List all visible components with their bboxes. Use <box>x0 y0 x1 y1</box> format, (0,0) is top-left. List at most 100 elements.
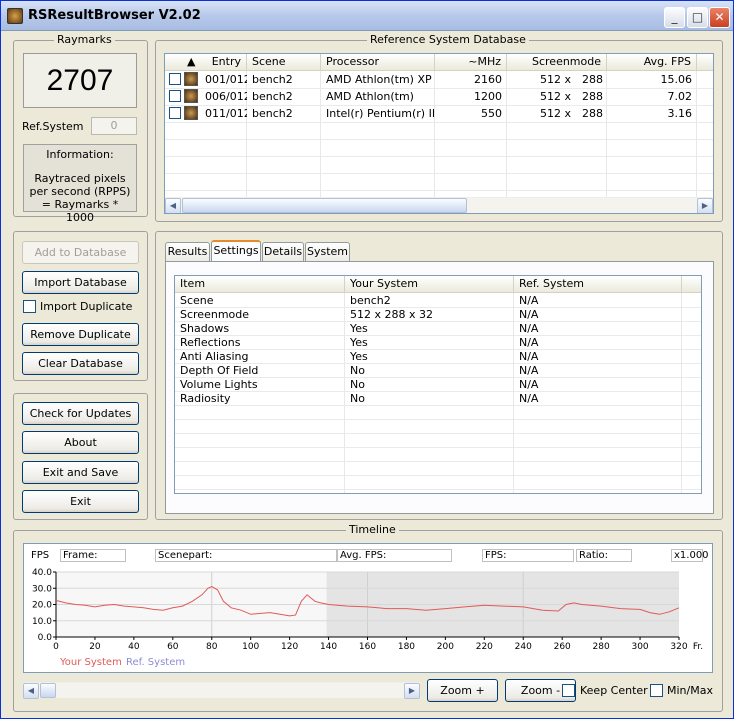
close-button[interactable]: ✕ <box>709 7 730 28</box>
x-tick-label: 100 <box>242 642 259 652</box>
zoom-in-button[interactable]: Zoom + <box>427 679 498 702</box>
cell-ref: N/A <box>519 392 539 405</box>
cell-item: Screenmode <box>180 308 250 321</box>
reference-database-list[interactable]: ▲ Entry Scene Processor ~MHz Screenmode … <box>164 53 714 214</box>
cell-yours: No <box>350 364 365 377</box>
x-tick-label: 160 <box>359 642 376 652</box>
tab-results[interactable]: Results <box>165 242 210 261</box>
column-header-avg-fps[interactable]: Avg. FPS <box>607 54 697 71</box>
column-header-processor[interactable]: Processor <box>321 54 435 71</box>
grid-line <box>165 139 713 140</box>
reference-database-group-label: Reference System Database <box>367 33 529 46</box>
tab-system[interactable]: System <box>305 242 350 261</box>
timeline-scroll-right-icon[interactable]: ▶ <box>404 683 420 699</box>
timeline-scrollbar-thumb[interactable] <box>40 683 56 698</box>
cell-fps: 7.02 <box>667 90 693 103</box>
clear-database-button[interactable]: Clear Database <box>22 352 139 375</box>
add-to-database-button[interactable]: Add to Database <box>22 241 139 264</box>
exit-and-save-button[interactable]: Exit and Save <box>22 461 139 484</box>
cell-ref: N/A <box>519 364 539 377</box>
column-header-scene[interactable]: Scene <box>247 54 321 71</box>
column-header-mhz[interactable]: ~MHz <box>435 54 507 71</box>
maximize-button[interactable]: □ <box>687 7 708 28</box>
scrollbar-thumb[interactable] <box>182 198 467 213</box>
column-header-screenmode[interactable]: Screenmode <box>507 54 607 71</box>
legend-your-system: Your System <box>60 657 122 668</box>
row-select-checkbox[interactable] <box>169 107 181 119</box>
app-window: RSResultBrowser V2.02 _ □ ✕ Raymarks 270… <box>0 0 734 719</box>
window-title: RSResultBrowser V2.02 <box>28 8 201 23</box>
x-tick-label: 320 <box>670 642 687 652</box>
cell-screen-h: 288 <box>582 73 603 86</box>
table-row: Anti Aliasing Yes N/A <box>175 350 701 364</box>
table-row: Reflections Yes N/A <box>175 336 701 350</box>
cell-item: Reflections <box>180 336 241 349</box>
cell-mhz: 2160 <box>474 73 502 86</box>
about-button[interactable]: About <box>22 431 139 454</box>
column-header-item[interactable]: Item <box>175 276 345 293</box>
check-for-updates-button[interactable]: Check for Updates <box>22 402 139 425</box>
row-select-checkbox[interactable] <box>169 73 181 85</box>
x-tick-label: 240 <box>515 642 532 652</box>
maximize-icon: □ <box>691 10 704 24</box>
information-text: Raytraced pixels per second (RPPS) = Ray… <box>29 172 131 224</box>
cell-yours: Yes <box>350 322 368 335</box>
keep-center-checkbox[interactable] <box>562 684 575 697</box>
column-header-entry[interactable]: ▲ Entry <box>165 54 247 71</box>
column-header-your-system[interactable]: Your System <box>345 276 514 293</box>
cell-ref: N/A <box>519 350 539 363</box>
cell-item: Anti Aliasing <box>180 350 249 363</box>
import-duplicate-checkbox[interactable] <box>23 300 36 313</box>
system-icon <box>184 89 198 103</box>
close-icon: ✕ <box>714 10 725 24</box>
details-tabs-group: Results Settings Details System Item You… <box>155 231 723 520</box>
table-row[interactable]: 006/012 bench2 AMD Athlon(tm) 1200 512 x 288 7… <box>165 89 713 104</box>
cell-mhz: 550 <box>481 107 502 120</box>
cell-screen-w: 512 x <box>539 107 571 120</box>
timeline-chart-area: FPS Frame: Scenepart: Avg. FPS: FPS: Rat… <box>23 543 713 673</box>
cell-ref: N/A <box>519 308 539 321</box>
cell-item: Depth Of Field <box>180 364 259 377</box>
x-tick-label: 140 <box>320 642 337 652</box>
ref-system-label: Ref.System <box>22 120 84 133</box>
table-row: Volume Lights No N/A <box>175 378 701 392</box>
grid-line <box>175 447 701 448</box>
scroll-left-icon[interactable]: ◀ <box>165 198 181 213</box>
x-tick-label: 180 <box>398 642 415 652</box>
tab-settings[interactable]: Settings <box>211 240 261 261</box>
cell-ref: N/A <box>519 378 539 391</box>
reference-database-group: Reference System Database ▲ Entry Scene … <box>155 33 723 222</box>
settings-list[interactable]: Item Your System Ref. System Scene bench2… <box>174 275 702 494</box>
reference-database-hscrollbar[interactable]: ◀ ▶ <box>165 197 713 213</box>
min-max-checkbox[interactable] <box>650 684 663 697</box>
grid-line <box>165 156 713 157</box>
system-icon <box>184 106 198 120</box>
scroll-right-icon[interactable]: ▶ <box>697 198 713 213</box>
x-tick-label: 40 <box>128 642 140 652</box>
exit-button[interactable]: Exit <box>22 490 139 513</box>
cell-scene: bench2 <box>252 107 293 120</box>
timeline-group-label: Timeline <box>346 523 399 536</box>
grid-line <box>165 190 713 191</box>
information-panel: Information: Raytraced pixels per second… <box>23 144 137 224</box>
table-row[interactable]: 011/012 bench2 Intel(r) Pentium(r) III 550 5… <box>165 106 713 121</box>
grid-line <box>175 461 701 462</box>
x-tick-label: 60 <box>167 642 179 652</box>
fps-timeline-chart[interactable]: 0.0 10.0 20.0 30.0 40.0 0 20 40 60 80 100 120 140 160… <box>24 544 714 674</box>
timeline-scroll-left-icon[interactable]: ◀ <box>23 683 39 699</box>
row-select-checkbox[interactable] <box>169 90 181 102</box>
remove-duplicate-button[interactable]: Remove Duplicate <box>22 323 139 346</box>
column-header-ref-system[interactable]: Ref. System <box>514 276 682 293</box>
ref-system-field[interactable]: 0 <box>91 117 137 135</box>
tab-details[interactable]: Details <box>262 242 304 261</box>
x-tick-label: 280 <box>593 642 610 652</box>
cell-yours: Yes <box>350 336 368 349</box>
x-tick-label: 260 <box>554 642 571 652</box>
cell-screen-h: 288 <box>582 90 603 103</box>
table-row[interactable]: 001/012 bench2 AMD Athlon(tm) XP 2160 512 x 2… <box>165 72 713 87</box>
x-tick-label: 200 <box>437 642 454 652</box>
y-tick-label: 30.0 <box>32 584 52 594</box>
timeline-hscrollbar[interactable]: ◀ ▶ <box>23 682 420 699</box>
import-database-button[interactable]: Import Database <box>22 271 139 294</box>
minimize-button[interactable]: _ <box>664 7 685 28</box>
